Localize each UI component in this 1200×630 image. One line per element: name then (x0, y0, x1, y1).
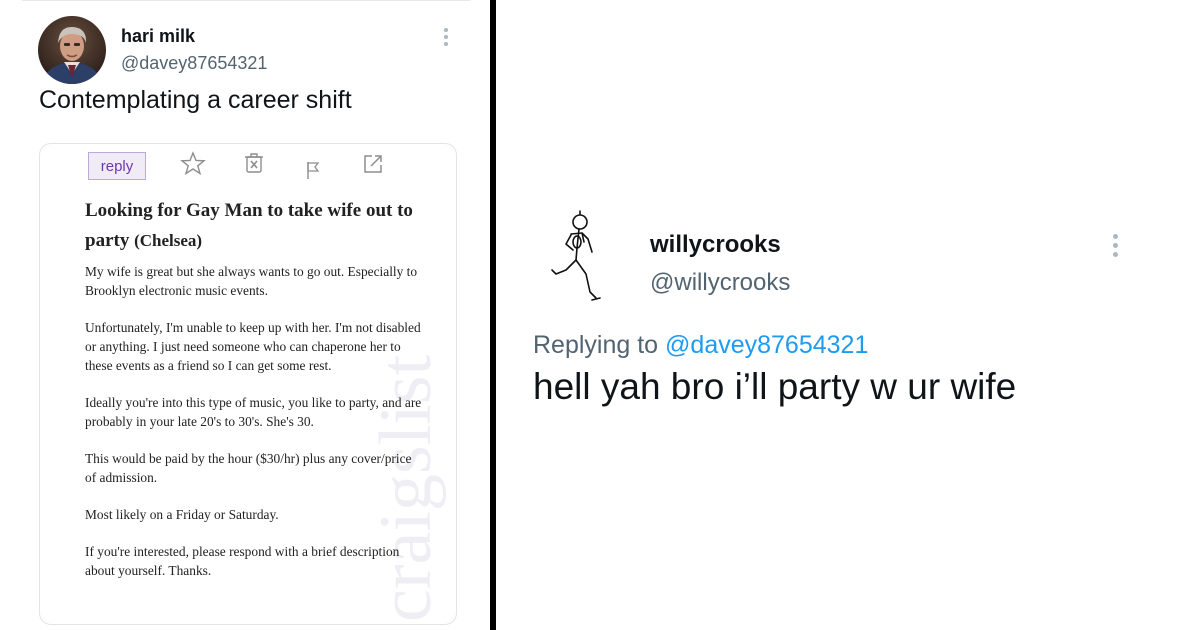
replying-to-mention[interactable]: @davey87654321 (665, 331, 868, 359)
user-avatar[interactable] (38, 16, 106, 84)
reply-tweet: willycrooks @willycrooks Replying to @da… (496, 0, 1200, 630)
more-vertical-icon[interactable] (1113, 234, 1118, 257)
replying-to-line: Replying to @davey87654321 (533, 331, 868, 360)
more-vertical-icon[interactable] (444, 28, 448, 46)
post-paragraph: Most likely on a Friday or Saturday. (85, 507, 279, 522)
reply-button[interactable]: reply (88, 152, 146, 180)
user-handle[interactable]: @davey87654321 (121, 53, 267, 74)
user-avatar-photo-icon (38, 16, 106, 84)
user-handle[interactable]: @willycrooks (650, 269, 790, 297)
post-paragraph: This would be paid by the hour ($30/hr) … (85, 451, 412, 485)
craigslist-post-card[interactable]: craigslist reply Looking for Gay Man to … (39, 143, 457, 625)
share-icon[interactable] (362, 153, 384, 175)
flag-icon[interactable] (305, 160, 323, 180)
post-paragraph: Unfortunately, I'm unable to keep up wit… (85, 320, 421, 373)
tweet-text: hell yah bro i’ll party w ur wife (533, 366, 1017, 407)
post-body: My wife is great but she always wants to… (85, 262, 425, 598)
post-paragraph: Ideally you're into this type of music, … (85, 395, 422, 429)
post-paragraph: If you're interested, please respond wit… (85, 544, 400, 578)
post-title: Looking for Gay Man to take wife out to … (85, 196, 435, 256)
original-tweet: hari milk @davey87654321 Contemplating a… (0, 0, 490, 630)
running-stick-figure-avatar-icon[interactable] (546, 208, 610, 308)
user-name[interactable]: hari milk (121, 26, 195, 47)
trash-icon[interactable] (243, 152, 265, 174)
post-location: (Chelsea) (134, 231, 203, 250)
tweet-text: Contemplating a career shift (39, 86, 352, 114)
top-rule (22, 0, 470, 1)
post-paragraph: My wife is great but she always wants to… (85, 264, 418, 298)
star-icon[interactable] (180, 151, 206, 175)
user-name[interactable]: willycrooks (650, 231, 781, 259)
replying-to-label: Replying to (533, 331, 659, 359)
